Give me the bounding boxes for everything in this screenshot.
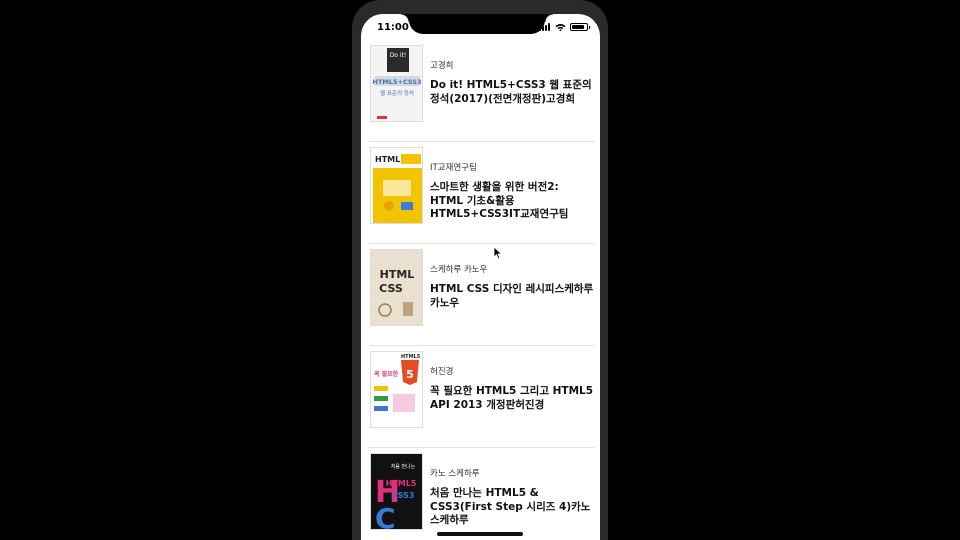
book-info: 허진경 꼭 필요한 HTML5 그리고 HTML5 API 2013 개정판허진… xyxy=(430,366,594,412)
book-list-item[interactable]: HTML CSS 스케하루 카노우 HTML CSS 디자인 레시피스케하루 카… xyxy=(369,244,594,346)
book-author: 카노 스케하루 xyxy=(430,469,480,479)
book-author: 스케하루 카노우 xyxy=(430,265,488,275)
book-cover-image: HTML CSS xyxy=(370,249,423,326)
cover-text: CSS3 xyxy=(392,491,415,500)
cover-text: HTML5 xyxy=(401,354,421,360)
cover-text: 꼭 필요한 xyxy=(374,370,399,378)
cover-text: 웹 표준의 정석 xyxy=(380,89,414,97)
book-cover-image: HTML xyxy=(370,147,423,224)
video-frame: 11:00 Do it! HTML5+CSS3 웹 표준의 정석 고경희 Do … xyxy=(0,0,960,540)
cellular-signal-icon xyxy=(539,23,551,31)
cover-text: HTML xyxy=(375,155,400,164)
cover-text: HTML5 xyxy=(386,479,417,488)
book-cover-image: 처음 만나는 H HTML5 C CSS3 xyxy=(370,453,423,530)
book-title: HTML CSS 디자인 레시피스케하루 카노우 xyxy=(430,283,594,309)
book-list: Do it! HTML5+CSS3 웹 표준의 정석 고경희 Do it! HT… xyxy=(361,40,600,540)
book-cover-image: 꼭 필요한 HTML5 5 xyxy=(370,351,423,428)
phone-screen: 11:00 Do it! HTML5+CSS3 웹 표준의 정석 고경희 Do … xyxy=(361,14,600,540)
mouse-cursor-icon xyxy=(493,246,503,260)
book-list-item[interactable]: Do it! HTML5+CSS3 웹 표준의 정석 고경희 Do it! HT… xyxy=(369,40,594,142)
book-title: Do it! HTML5+CSS3 웹 표준의 정석(2017)(전면개정판)고… xyxy=(430,79,592,105)
svg-text:C: C xyxy=(375,502,396,530)
wifi-icon xyxy=(555,24,566,31)
status-icons xyxy=(539,23,590,31)
book-info: 고경희 Do it! HTML5+CSS3 웹 표준의 정석(2017)(전면개… xyxy=(430,60,594,106)
status-time: 11:00 xyxy=(377,22,409,33)
cover-text: Do it! xyxy=(390,52,407,59)
cover-text: CSS xyxy=(379,282,403,295)
book-list-item[interactable]: 처음 만나는 H HTML5 C CSS3 카노 스케하루 처음 만나는 HTM… xyxy=(369,448,594,540)
cover-text: HTML5+CSS3 xyxy=(373,78,422,86)
book-info: IT교재연구팀 스마트한 생활을 위한 버전2: HTML 기초&활용 HTML… xyxy=(430,162,594,222)
book-author: IT교재연구팀 xyxy=(430,163,477,173)
cover-text: 처음 만나는 xyxy=(391,463,416,470)
book-info: 카노 스케하루 처음 만나는 HTML5 & CSS3(First Step 시… xyxy=(430,468,594,528)
book-list-item[interactable]: 꼭 필요한 HTML5 5 허진경 꼭 필요한 HTML5 그리고 HTML5 … xyxy=(369,346,594,448)
notch xyxy=(401,14,553,34)
book-author: 허진경 xyxy=(430,367,454,377)
cover-text: 5 xyxy=(406,368,414,381)
book-title: 꼭 필요한 HTML5 그리고 HTML5 API 2013 개정판허진경 xyxy=(430,385,594,411)
cover-text: HTML xyxy=(380,268,415,281)
book-title: 스마트한 생활을 위한 버전2: HTML 기초&활용 HTML5+CSS3IT… xyxy=(430,181,569,220)
book-title: 처음 만나는 HTML5 & CSS3(First Step 시리즈 4)카노 … xyxy=(430,487,591,526)
book-info: 스케하루 카노우 HTML CSS 디자인 레시피스케하루 카노우 xyxy=(430,264,594,310)
battery-icon xyxy=(570,23,590,31)
book-cover-image: Do it! HTML5+CSS3 웹 표준의 정석 xyxy=(370,45,423,122)
book-list-item[interactable]: HTML IT교재연구팀 스마트한 생활을 위한 버전2: HTML 기초&활용… xyxy=(369,142,594,244)
home-indicator[interactable] xyxy=(437,532,523,536)
book-author: 고경희 xyxy=(430,61,454,71)
